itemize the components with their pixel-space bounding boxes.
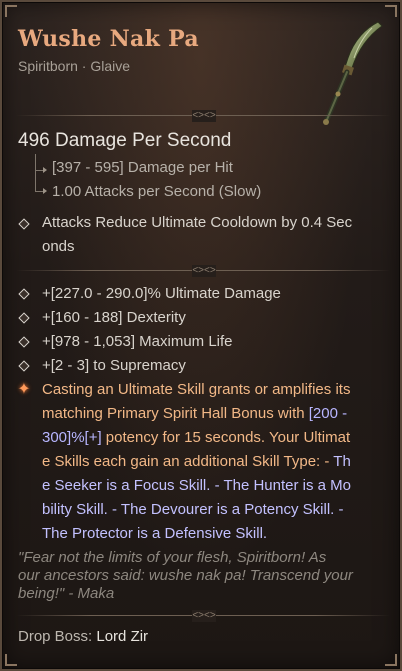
implicit-line: Attacks Reduce Ultimate Cooldown by 0.4 … bbox=[42, 214, 353, 231]
section-divider: <><> bbox=[16, 110, 390, 122]
frame-corner bbox=[385, 654, 397, 666]
affix-line: +[2 - 3] to Supremacy bbox=[42, 357, 186, 374]
diamond-bullet-icon bbox=[19, 361, 28, 370]
legendary-line: bility Skill. - The Devourer is a Potenc… bbox=[42, 501, 344, 518]
legendary-line: The Protector is a Defensive Skill. bbox=[42, 525, 268, 542]
attack-speed: 1.00 Attacks per Second (Slow) bbox=[52, 183, 262, 200]
flavor-line: our ancestors said: wushe nak pa! Transc… bbox=[18, 567, 353, 584]
diamond-bullet-icon bbox=[19, 313, 28, 322]
stat-tree-connector bbox=[31, 154, 51, 194]
drop-source: Drop Boss: Lord Zir bbox=[18, 628, 148, 645]
diamond-bullet-icon bbox=[19, 219, 28, 228]
affix-line: +[978 - 1,053] Maximum Life bbox=[42, 333, 233, 350]
implicit-affix: Attacks Reduce Ultimate Cooldown by 0.4 … bbox=[42, 211, 378, 259]
section-divider: <><> bbox=[16, 610, 390, 622]
frame-corner bbox=[385, 5, 397, 17]
frame-corner bbox=[5, 5, 17, 17]
diamond-bullet-icon bbox=[19, 337, 28, 346]
implicit-line: onds bbox=[42, 238, 75, 255]
legendary-line: e Skills each gain an additional Skill T… bbox=[42, 453, 351, 470]
item-tooltip: Wushe Nak Pa Spiritborn · Glaive <><> 49… bbox=[0, 0, 402, 671]
affix-line: +[227.0 - 290.0]% Ultimate Damage bbox=[42, 285, 281, 302]
legendary-line: e Seeker is a Focus Skill. - The Hunter … bbox=[42, 477, 352, 494]
item-type: Spiritborn · Glaive bbox=[18, 58, 131, 74]
legendary-line: matching Primary Spirit Hall Bonus with … bbox=[42, 405, 348, 422]
frame-corner bbox=[5, 654, 17, 666]
legendary-line: Casting an Ultimate Skill grants or ampl… bbox=[42, 381, 351, 398]
legendary-power: Casting an Ultimate Skill grants or ampl… bbox=[42, 378, 380, 546]
legendary-star-icon: ✦ bbox=[17, 381, 31, 398]
diamond-bullet-icon bbox=[19, 289, 28, 298]
drop-boss-name: Lord Zir bbox=[96, 628, 149, 645]
flavor-text: "Fear not the limits of your flesh, Spir… bbox=[18, 549, 388, 603]
item-name: Wushe Nak Pa bbox=[18, 26, 199, 52]
section-divider: <><> bbox=[16, 265, 390, 277]
damage-per-hit: [397 - 595] Damage per Hit bbox=[52, 159, 233, 176]
drop-boss-label: Drop Boss: bbox=[18, 628, 93, 645]
legendary-line: 300]%[+] potency for 15 seconds. Your Ul… bbox=[42, 429, 351, 446]
damage-per-second: 496 Damage Per Second bbox=[18, 130, 232, 151]
flavor-line: "Fear not the limits of your flesh, Spir… bbox=[18, 549, 327, 566]
affix-line: +[160 - 188] Dexterity bbox=[42, 309, 186, 326]
flavor-line: being!" - Maka bbox=[18, 585, 115, 602]
